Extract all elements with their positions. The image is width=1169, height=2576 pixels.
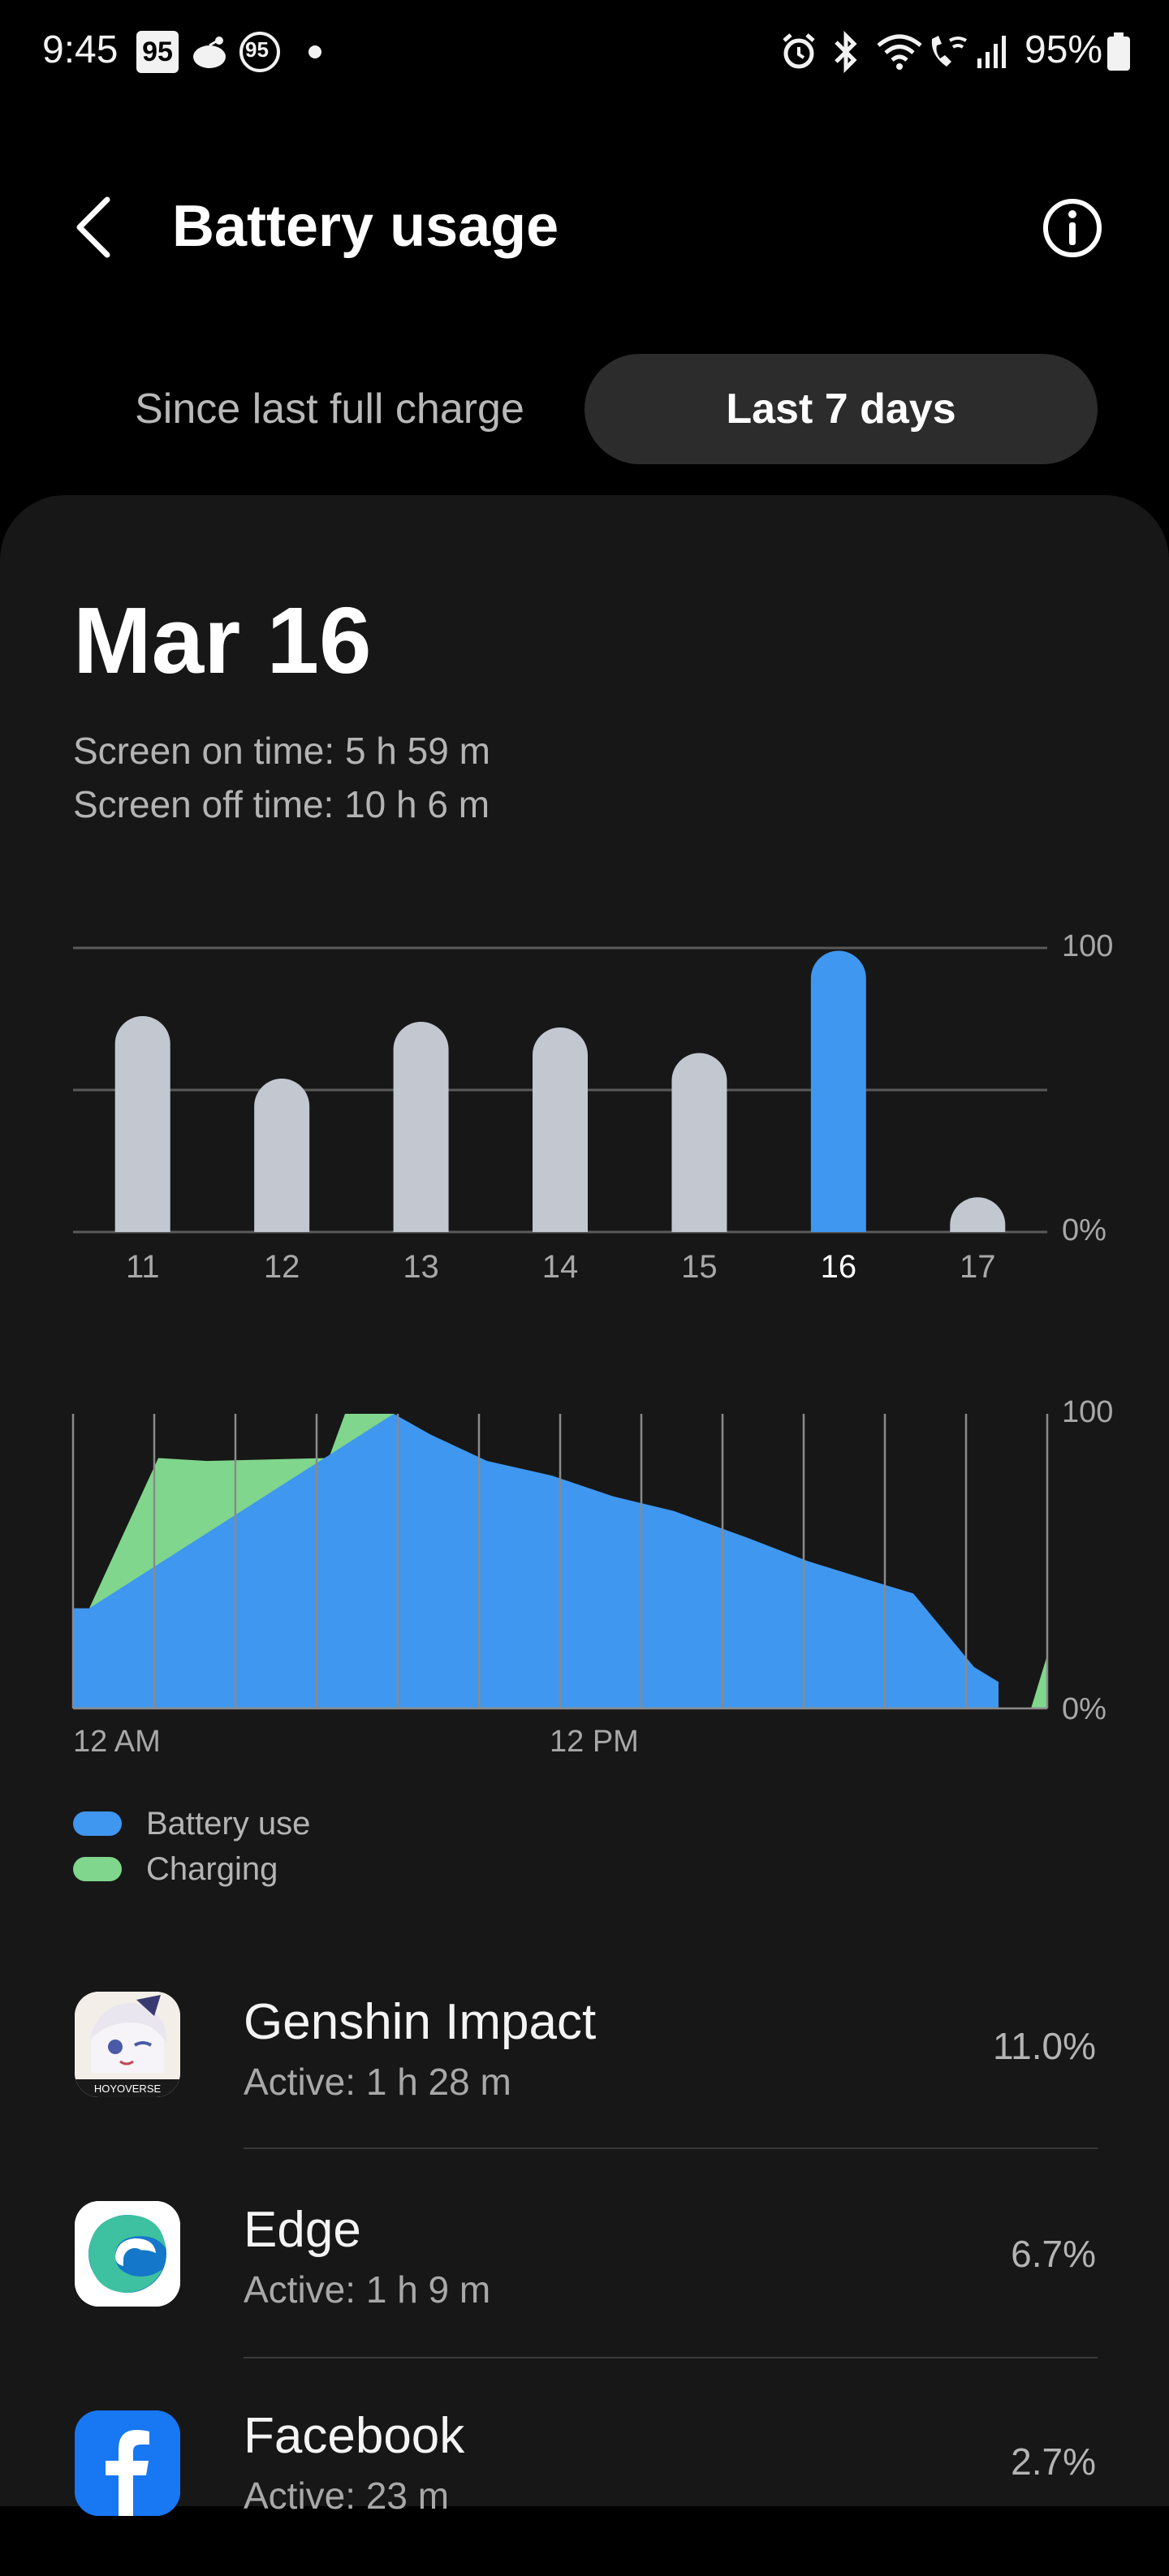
weekly-bar-16[interactable] xyxy=(810,950,866,1233)
app-active-time: Active: 23 m xyxy=(244,2475,450,2517)
weekly-x-label-12: 12 xyxy=(264,1249,300,1285)
screen-off-time: Screen off time: 10 h 6 m xyxy=(73,783,490,825)
weekly-x-label-15: 15 xyxy=(681,1249,718,1285)
bluetooth-icon xyxy=(835,31,857,73)
weekly-x-label-13: 13 xyxy=(403,1249,439,1285)
square-badge-icon: 95 xyxy=(136,31,179,73)
app-name: Edge xyxy=(244,2202,361,2258)
divider xyxy=(244,2147,1098,2149)
daily-x-start-label: 12 AM xyxy=(73,1725,161,1759)
battery-percent: 95% xyxy=(1024,28,1103,71)
genshin-impact-icon: HOYOVERSE xyxy=(75,1992,180,2097)
legend-battery-use: Battery use xyxy=(73,1803,310,1844)
screen-on-time: Screen on time: 5 h 59 m xyxy=(73,730,490,772)
hoyoverse-logo-text: HOYOVERSE xyxy=(94,2083,162,2095)
weekly-bars xyxy=(114,950,1006,1233)
daily-x-mid-label: 12 PM xyxy=(550,1725,639,1759)
badge-number: 95 xyxy=(142,36,173,67)
weekly-x-labels: 11 12 13 14 15 16 17 xyxy=(126,1249,996,1285)
alarm-icon xyxy=(783,33,815,69)
weekly-bar-15[interactable] xyxy=(671,1053,727,1233)
weekly-bar-17[interactable] xyxy=(950,1197,1006,1232)
app-active-time: Active: 1 h 28 m xyxy=(244,2061,511,2103)
legend-charging-label: Charging xyxy=(146,1850,278,1887)
back-icon[interactable] xyxy=(71,195,114,260)
daily-area-battery-use-1 xyxy=(73,1414,999,1708)
daily-y-bottom-label: 0% xyxy=(1062,1692,1106,1726)
app-row-genshin-impact[interactable]: HOYOVERSE Genshin Impact Active: 1 h 28 … xyxy=(0,1948,1169,2157)
edge-icon xyxy=(75,2201,180,2307)
app-row-facebook[interactable]: Facebook Active: 23 m 2.7% xyxy=(0,2367,1169,2576)
selected-date: Mar 16 xyxy=(73,588,372,693)
wifi-icon xyxy=(877,34,922,70)
legend-charging: Charging xyxy=(73,1849,278,1889)
divider xyxy=(244,2357,1098,2358)
weekly-x-label-14: 14 xyxy=(542,1249,579,1285)
weekly-x-label-11: 11 xyxy=(126,1249,160,1285)
weekly-x-label-17: 17 xyxy=(960,1249,996,1285)
daily-battery-area-chart: 100 0% 12 AM 12 PM xyxy=(71,1395,1113,1759)
period-tabs: Since last full charge Last 7 days xyxy=(78,354,1098,464)
app-usage-percent: 2.7% xyxy=(1011,2440,1096,2483)
page-title: Battery usage xyxy=(172,194,559,259)
weekly-y-bottom-label: 0% xyxy=(1062,1213,1106,1247)
weekly-bar-14[interactable] xyxy=(533,1027,588,1232)
signal-icon xyxy=(977,36,1006,68)
app-usage-percent: 6.7% xyxy=(1011,2233,1096,2275)
app-name: Facebook xyxy=(244,2408,465,2464)
legend-battery-use-label: Battery use xyxy=(146,1805,311,1842)
status-bar: 9:45 95 95 95% xyxy=(0,0,1169,106)
tab-since-last-full-charge[interactable]: Since last full charge xyxy=(78,354,581,464)
battery-use-swatch xyxy=(73,1811,122,1836)
cat-icon xyxy=(193,37,226,68)
dot-icon xyxy=(308,45,321,58)
daily-y-top-label: 100 xyxy=(1062,1395,1113,1429)
wifi-calling-icon xyxy=(931,36,968,67)
tab-last-7-days[interactable]: Last 7 days xyxy=(584,354,1098,464)
battery-icon xyxy=(1107,32,1130,71)
app-row-edge[interactable]: Edge Active: 1 h 9 m 6.7% xyxy=(0,2157,1169,2367)
facebook-icon xyxy=(75,2410,180,2516)
app-usage-percent: 11.0% xyxy=(992,2025,1096,2067)
weekly-bar-12[interactable] xyxy=(254,1079,310,1232)
weekly-x-label-16: 16 xyxy=(821,1249,857,1285)
circle-badge-number: 95 xyxy=(245,37,269,62)
weekly-bar-11[interactable] xyxy=(114,1016,170,1232)
charging-swatch xyxy=(73,1857,122,1881)
weekly-y-top-label: 100 xyxy=(1062,929,1113,963)
status-time: 9:45 xyxy=(42,28,119,71)
info-icon[interactable] xyxy=(1042,198,1102,258)
daily-area-charging-2 xyxy=(1031,1655,1047,1708)
app-name: Genshin Impact xyxy=(244,1994,597,2050)
weekly-bar-13[interactable] xyxy=(393,1022,449,1232)
app-active-time: Active: 1 h 9 m xyxy=(244,2268,491,2311)
weekly-usage-bar-chart: 11 12 13 14 15 16 17 100 0% xyxy=(73,929,1113,1285)
